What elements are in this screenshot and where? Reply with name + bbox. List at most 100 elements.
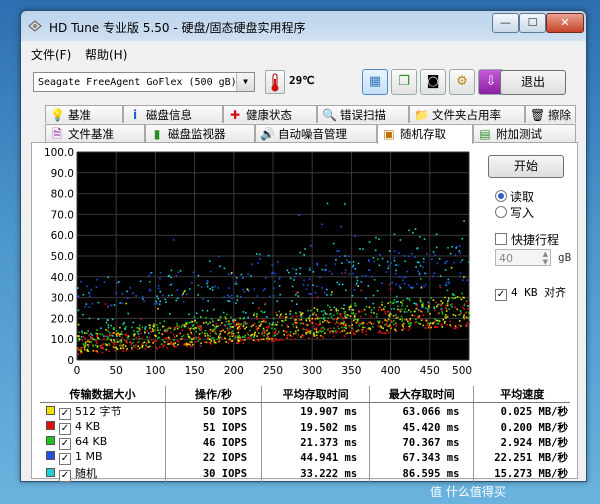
scatter-point — [157, 327, 159, 329]
scatter-point — [183, 344, 185, 346]
size-cell[interactable]: ✓ 1 MB — [40, 450, 165, 465]
scatter-point — [194, 320, 196, 322]
quick-stroke-checkbox[interactable]: 快捷行程 — [495, 231, 559, 248]
tab-error-scan[interactable]: 🔍 错误扫描 — [317, 105, 409, 123]
scatter-point — [149, 272, 152, 274]
scatter-point — [336, 330, 338, 333]
checkmark-icon[interactable]: ✓ — [59, 438, 71, 450]
toolbar: Seagate FreeAgent GoFlex (500 gB) ▼ 29℃ … — [21, 65, 586, 99]
size-cell[interactable]: ✓ 512 字节 — [40, 403, 165, 420]
scatter-point — [209, 288, 212, 290]
tab-file-benchmark[interactable]: 🗎 文件基准 — [45, 124, 145, 142]
chevron-down-icon[interactable]: ▼ — [236, 73, 254, 91]
scatter-point — [88, 334, 90, 336]
scatter-point — [169, 313, 171, 315]
copy-button[interactable]: ❐ — [391, 69, 417, 95]
drive-select[interactable]: Seagate FreeAgent GoFlex (500 gB) ▼ — [33, 72, 255, 92]
tab-benchmark[interactable]: 💡 基准 — [45, 105, 123, 123]
read-radio[interactable]: 读取 — [495, 188, 534, 205]
scatter-point — [105, 321, 108, 324]
scatter-point — [192, 324, 194, 326]
scatter-point — [319, 320, 321, 323]
scatter-point — [407, 329, 410, 331]
scatter-point — [87, 330, 89, 332]
scatter-point — [361, 275, 364, 277]
scatter-point — [300, 312, 303, 315]
tab-health[interactable]: ✚ 健康状态 — [223, 105, 317, 123]
scatter-point — [86, 332, 88, 335]
scatter-point — [338, 327, 340, 330]
scatter-point — [352, 261, 355, 263]
scatter-point — [213, 328, 216, 330]
scatter-point — [372, 302, 375, 305]
checkmark-icon[interactable]: ✓ — [59, 453, 71, 465]
scatter-point — [441, 326, 443, 328]
start-button[interactable]: 开始 — [488, 155, 564, 178]
tab-random-access[interactable]: ▣ 随机存取 — [377, 124, 473, 144]
size-cell[interactable]: ✓ 4 KB — [40, 420, 165, 435]
scatter-point — [331, 272, 334, 275]
y-tick-label: 20.0 — [51, 313, 74, 325]
tab-noise-management[interactable]: 🔊 自动噪音管理 — [255, 124, 377, 142]
tab-erase[interactable]: 🗑 擦除 — [525, 105, 576, 123]
menu-file[interactable]: 文件(F) — [31, 46, 71, 63]
scatter-point — [348, 255, 350, 257]
scatter-point — [412, 286, 414, 289]
scatter-point — [314, 291, 317, 294]
tab-folder-usage[interactable]: 📁 文件夹占用率 — [409, 105, 525, 123]
align-4kb-checkbox[interactable]: ✓ 4 KB 对齐 — [495, 284, 566, 301]
close-button[interactable]: ✕ — [546, 13, 584, 33]
scatter-point — [257, 327, 260, 329]
scatter-point — [221, 322, 223, 324]
scatter-point — [122, 347, 125, 350]
maximize-button[interactable]: ☐ — [519, 13, 546, 33]
scatter-point — [225, 341, 227, 343]
scatter-point — [138, 324, 141, 327]
scatter-point — [344, 310, 347, 313]
scatter-point — [344, 271, 347, 274]
scatter-point — [141, 346, 144, 349]
scatter-point — [329, 321, 332, 324]
scatter-point — [219, 330, 221, 332]
write-radio[interactable]: 写入 — [495, 204, 534, 221]
scatter-point — [426, 324, 428, 326]
scatter-point — [244, 339, 246, 341]
scatter-point — [416, 261, 419, 263]
scatter-point — [127, 312, 129, 315]
scatter-point — [351, 324, 353, 326]
tab-disk-monitor[interactable]: ▮ 磁盘监视器 — [145, 124, 255, 142]
size-cell[interactable]: ✓ 64 KB — [40, 435, 165, 450]
scatter-point — [270, 337, 272, 339]
checkmark-icon[interactable]: ✓ — [59, 423, 71, 435]
tab-disk-info[interactable]: i 磁盘信息 — [123, 105, 223, 123]
benchmark-view-button[interactable]: ▦ — [362, 69, 388, 95]
scatter-point — [167, 294, 170, 297]
scatter-point — [168, 343, 171, 345]
scatter-point — [107, 276, 110, 278]
checkmark-icon[interactable]: ✓ — [59, 408, 71, 420]
scatter-point — [418, 316, 421, 319]
exit-button[interactable]: 退出 — [500, 70, 566, 95]
spinner-arrows-icon[interactable]: ▲ ▼ — [543, 250, 548, 266]
size-cell[interactable]: ✓ 随机 — [40, 465, 165, 482]
minimize-button[interactable]: — — [492, 13, 519, 33]
scatter-point — [447, 300, 449, 303]
tab-extra-tests[interactable]: ▤ 附加测试 — [473, 124, 576, 142]
scatter-point — [181, 329, 184, 331]
scatter-point — [377, 331, 380, 334]
scatter-point — [219, 333, 221, 335]
options-button[interactable]: ⚙ — [449, 69, 475, 95]
scatter-point — [78, 331, 81, 334]
scatter-point — [324, 311, 326, 314]
screenshot-button[interactable]: ◙ — [420, 69, 446, 95]
scatter-point — [96, 342, 98, 344]
scatter-point — [336, 321, 338, 323]
quick-stroke-input[interactable]: 40 ▲ ▼ — [495, 249, 551, 266]
checkbox-icon — [495, 233, 507, 245]
menu-help[interactable]: 帮助(H) — [85, 46, 127, 63]
scatter-point — [138, 347, 141, 349]
speed-cell: 15.273 MB/秒 — [473, 465, 570, 482]
scatter-point — [458, 324, 460, 327]
checkmark-icon[interactable]: ✓ — [59, 470, 71, 482]
scatter-point — [305, 318, 308, 320]
